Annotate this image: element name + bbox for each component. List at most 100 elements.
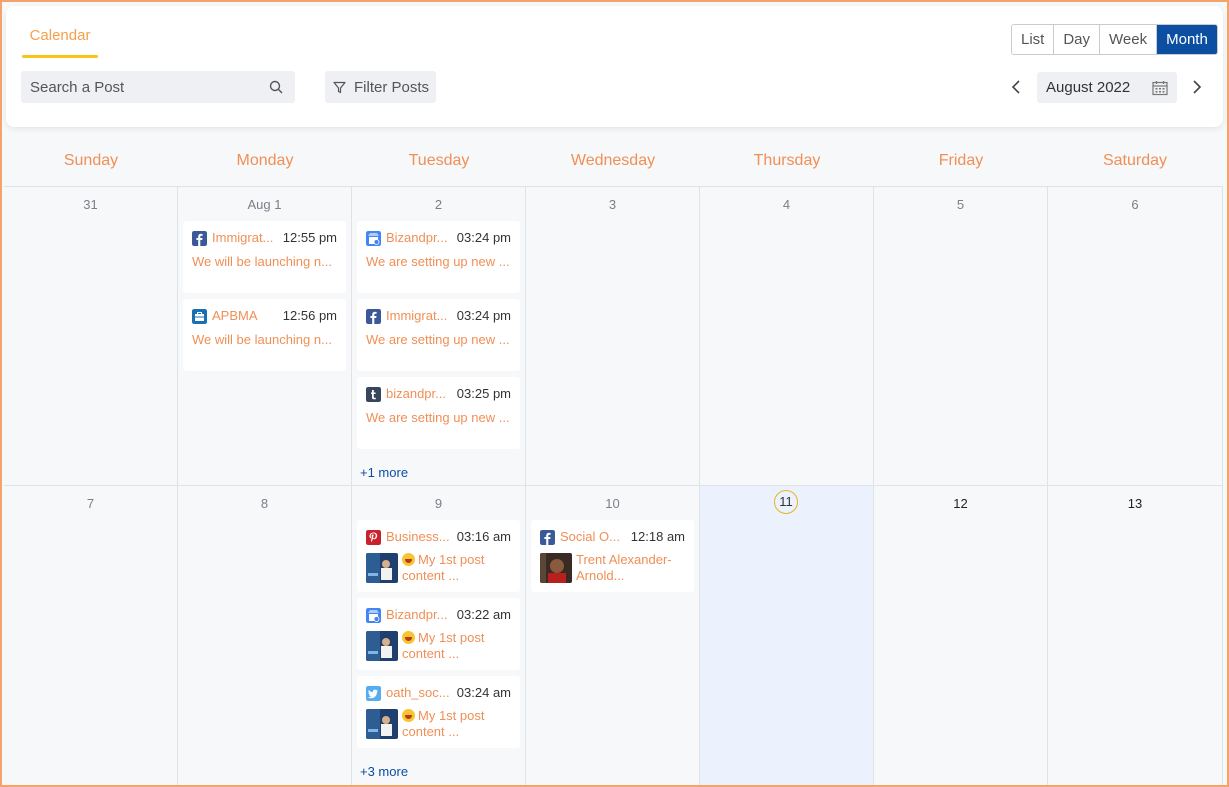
post-text: We will be launching n...: [192, 332, 332, 347]
post-card[interactable]: Bizandpr... 03:22 am My 1st post content …: [357, 598, 520, 670]
weekday-sunday: Sunday: [63, 152, 119, 169]
view-day-button[interactable]: Day: [1054, 25, 1101, 54]
google-my-business-icon: [366, 231, 381, 246]
post-account: Business...: [386, 529, 450, 544]
day-number: 5: [956, 197, 965, 212]
post-time: 03:24 am: [456, 685, 511, 700]
day-cell[interactable]: 3: [526, 187, 700, 486]
search-input[interactable]: [21, 71, 261, 103]
post-card[interactable]: Bizandpr... 03:24 pm We are setting up n…: [357, 221, 520, 293]
post-account: bizandpr...: [386, 386, 446, 401]
post-card[interactable]: oath_soc... 03:24 am My 1st post content …: [357, 676, 520, 748]
day-cell[interactable]: 6: [1048, 187, 1223, 486]
post-account: APBMA: [212, 308, 258, 323]
day-cell[interactable]: 5: [874, 187, 1048, 486]
month-grid: 31 Aug 1 Immigrat... 12:55 pm We will be…: [4, 186, 1223, 785]
day-number: 9: [434, 496, 443, 511]
weekday-wednesday: Wednesday: [570, 152, 656, 169]
day-number: 6: [1131, 197, 1139, 212]
post-time: 12:55 pm: [282, 230, 337, 245]
post-text: My 1st post content ...: [402, 630, 485, 661]
post-text: My 1st post content ...: [402, 552, 485, 583]
day-cell[interactable]: 9 Business... 03:16 am My 1st post conten…: [352, 486, 526, 785]
filter-posts-label: Filter Posts: [354, 78, 430, 96]
pinterest-icon: [366, 530, 381, 545]
month-label: August 2022: [1046, 79, 1131, 96]
filter-icon: [333, 81, 346, 93]
day-cell[interactable]: 12: [874, 486, 1048, 785]
view-list-button[interactable]: List: [1012, 25, 1055, 54]
google-my-business-icon: [366, 608, 381, 623]
day-number: 2: [434, 197, 443, 212]
day-cell[interactable]: 2 Bizandpr... 03:24 pm We are setting up…: [352, 187, 526, 486]
facebook-icon: [366, 309, 381, 324]
chevron-right-icon[interactable]: [1188, 78, 1204, 96]
tumblr-icon: [366, 387, 381, 402]
post-time: 03:24 pm: [456, 308, 511, 323]
post-time: 12:18 am: [630, 529, 685, 544]
calendar-icon[interactable]: [1152, 80, 1168, 96]
smiley-emoji-icon: [402, 709, 415, 722]
day-number: 7: [86, 496, 95, 511]
tab-calendar[interactable]: Calendar: [22, 26, 98, 58]
view-week-button[interactable]: Week: [1100, 25, 1158, 54]
more-posts-link[interactable]: +1 more: [360, 465, 408, 480]
day-number: 3: [608, 197, 617, 212]
post-time: 03:24 pm: [456, 230, 511, 245]
weekday-friday: Friday: [938, 152, 984, 169]
filter-posts-button[interactable]: Filter Posts: [325, 71, 436, 103]
day-cell[interactable]: 10 Social O... 12:18 am Trent Alexander-…: [526, 486, 700, 785]
smiley-emoji-icon: [402, 553, 415, 566]
search-box: [21, 71, 295, 103]
chevron-left-icon[interactable]: [1009, 78, 1025, 96]
day-cell[interactable]: 4: [700, 187, 874, 486]
post-account: oath_soc...: [386, 685, 450, 700]
weekday-monday: Monday: [236, 152, 294, 169]
post-account: Immigrat...: [386, 308, 448, 323]
more-posts-link[interactable]: +3 more: [360, 764, 408, 779]
day-cell[interactable]: 13: [1048, 486, 1223, 785]
post-time: 03:16 am: [456, 529, 511, 544]
post-time: 03:22 am: [456, 607, 511, 622]
post-card[interactable]: APBMA 12:56 pm We will be launching n...: [183, 299, 346, 371]
weekday-saturday: Saturday: [1102, 152, 1168, 169]
day-cell[interactable]: Aug 1 Immigrat... 12:55 pm We will be la…: [178, 187, 352, 486]
day-number: 10: [605, 496, 620, 511]
post-thumbnail: [366, 631, 398, 661]
post-account: Social O...: [560, 529, 620, 544]
weekday-tuesday: Tuesday: [408, 152, 470, 169]
post-text: My 1st post content ...: [402, 708, 485, 739]
day-cell-today[interactable]: 11: [700, 486, 874, 785]
day-number: 13: [1127, 496, 1143, 511]
post-card[interactable]: Social O... 12:18 am Trent Alexander- Arn…: [531, 520, 694, 592]
today-day-number: 11: [774, 490, 798, 514]
post-card[interactable]: Immigrat... 03:24 pm We are setting up n…: [357, 299, 520, 371]
weekday-thursday: Thursday: [753, 152, 821, 169]
smiley-emoji-icon: [402, 631, 415, 644]
post-text: Trent Alexander- Arnold...: [576, 552, 672, 583]
post-account: Bizandpr...: [386, 607, 448, 622]
app-frame: Calendar Filter Posts List Day Week Mont…: [0, 0, 1229, 787]
view-month-button[interactable]: Month: [1157, 25, 1217, 54]
post-card[interactable]: Immigrat... 12:55 pm We will be launchin…: [183, 221, 346, 293]
search-icon[interactable]: [269, 80, 283, 94]
day-cell[interactable]: 7: [4, 486, 178, 785]
day-number: 12: [953, 496, 968, 511]
weekday-header: Sunday Monday Tuesday Wednesday Thursday…: [4, 142, 1223, 186]
post-time: 12:56 pm: [282, 308, 337, 323]
day-cell[interactable]: 31: [4, 187, 178, 486]
day-number: 31: [83, 197, 98, 212]
post-text: We will be launching n...: [192, 254, 332, 269]
calendar-toolbar: Calendar Filter Posts List Day Week Mont…: [6, 6, 1223, 127]
post-card[interactable]: Business... 03:16 am My 1st post content …: [357, 520, 520, 592]
post-thumbnail: [366, 553, 398, 583]
day-cell[interactable]: 8: [178, 486, 352, 785]
month-picker[interactable]: August 2022: [1037, 72, 1177, 103]
post-text: We are setting up new ...: [366, 254, 510, 269]
post-account: Immigrat...: [212, 230, 274, 245]
facebook-icon: [192, 231, 207, 246]
day-number: Aug 1: [247, 197, 282, 212]
twitter-icon: [366, 686, 381, 701]
facebook-icon: [540, 530, 555, 545]
post-card[interactable]: bizandpr... 03:25 pm We are setting up n…: [357, 377, 520, 449]
